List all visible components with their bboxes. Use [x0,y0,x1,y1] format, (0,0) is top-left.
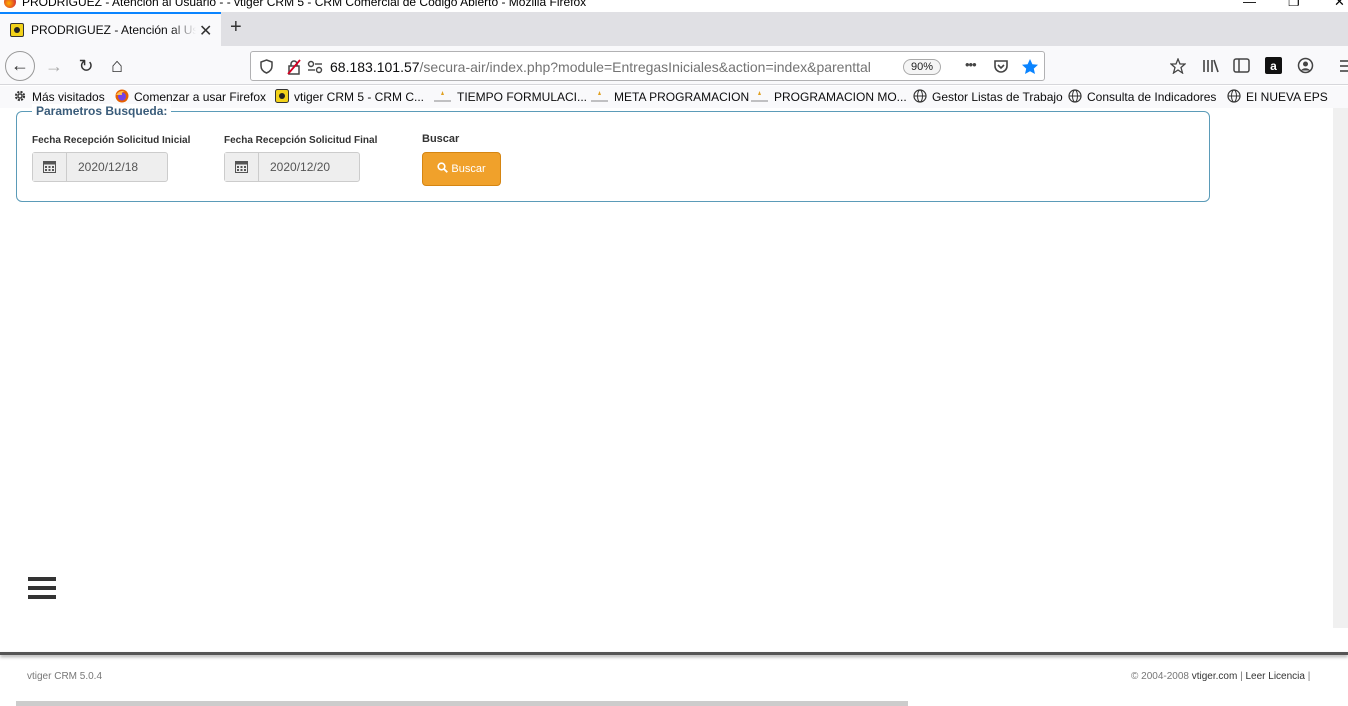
pocket-icon[interactable] [993,59,1009,74]
tab-active[interactable]: PRODRIGUEZ - Atención al Usuario ✕ [0,12,221,46]
bookmarks-toolbar: Más visitados Comenzar a usar Firefox vt… [0,86,1348,108]
bookmark-meta-programacion[interactable]: META PROGRAMACION [590,89,749,104]
end-date-label: Fecha Recepción Solicitud Final [224,135,378,146]
back-button[interactable]: ← [5,51,35,81]
page-actions-more-icon[interactable]: ••• [965,57,977,72]
tab-close-button[interactable]: ✕ [199,21,212,41]
firefox-logo-icon [4,0,16,8]
bookmark-consulta-indicadores[interactable]: Consulta de Indicadores [1068,89,1216,104]
footer-version: vtiger CRM 5.0.4 [27,671,103,682]
vtiger-icon [275,89,289,103]
globe-icon [1068,89,1082,103]
globe-icon [913,89,927,103]
bookmark-mas-visitados[interactable]: Más visitados [13,89,105,104]
end-date-value: 2020/12/20 [270,160,331,174]
doc-icon [434,91,451,102]
new-tab-button[interactable]: + [230,16,242,39]
amazon-icon[interactable]: a [1265,57,1282,74]
zoom-indicator[interactable]: 90% [903,59,941,75]
search-icon [437,162,449,173]
buscar-label: Buscar [422,133,460,145]
firefox-icon [115,89,129,103]
license-link[interactable]: Leer Licencia [1245,671,1304,682]
navigation-bar: ← → ↻ ⌂ 68.183.101.57/secura-air/index.p… [0,46,1348,85]
bookmark-vtiger[interactable]: vtiger CRM 5 - CRM C... [275,89,424,104]
window-close-button[interactable]: ✕ [1334,0,1345,10]
bookmark-tiempo-formulacion[interactable]: TIEMPO FORMULACI... [433,89,587,104]
svg-text:a: a [1270,59,1277,73]
window-title: PRODRIGUEZ - Atención al Usuario - - vti… [22,0,587,9]
insecure-lock-icon[interactable] [286,59,302,75]
app-menu-icon[interactable] [1338,59,1348,73]
doc-icon [591,91,608,102]
search-parameters-fieldset [16,111,1210,202]
url-host: 68.183.101.57 [330,59,420,75]
horizontal-scrollbar[interactable] [16,701,908,706]
footer-copyright: © 2004-2008 vtiger.com | Leer Licencia | [1131,671,1311,682]
globe-icon [1227,89,1241,103]
library-icon[interactable] [1202,58,1219,74]
start-date-value: 2020/12/18 [78,160,139,174]
forward-button[interactable]: → [40,52,68,80]
shield-icon[interactable] [260,59,273,74]
vertical-scrollbar[interactable] [1333,108,1348,628]
bookmark-gestor-listas[interactable]: Gestor Listas de Trabajo [913,89,1063,104]
gear-icon [14,90,26,102]
vtiger-favicon-icon [10,23,24,37]
calendar-icon[interactable] [33,153,67,181]
end-date-field[interactable]: 2020/12/20 [224,152,360,182]
calendar-icon[interactable] [225,153,259,181]
minimize-button[interactable]: — [1243,0,1256,9]
start-date-label: Fecha Recepción Solicitud Inicial [32,135,191,146]
reload-button[interactable]: ↻ [72,52,100,80]
start-date-field[interactable]: 2020/12/18 [32,152,168,182]
bookmark-programacion-mo[interactable]: PROGRAMACION MO... [750,89,907,104]
maximize-button[interactable]: ❐ [1288,0,1300,10]
vtiger-link[interactable]: vtiger.com [1192,671,1238,682]
bookmark-nueva-eps[interactable]: EI NUEVA EPS [1227,89,1328,104]
buscar-button-label: Buscar [451,163,486,175]
window-title-bar: PRODRIGUEZ - Atención al Usuario - - vti… [0,0,1348,12]
buscar-button[interactable]: Buscar [422,152,501,186]
doc-icon [751,91,768,102]
home-button[interactable]: ⌂ [103,52,131,80]
search-parameters-legend: Parametros Busqueda: [32,104,172,118]
permissions-icon[interactable] [307,60,323,74]
tab-label: PRODRIGUEZ - Atención al Usuario [31,23,196,37]
sidebar-icon[interactable] [1233,58,1250,73]
footer-divider [0,652,1348,655]
url-path: /secura-air/index.php?module=EntregasIni… [419,59,871,75]
bookmarks-menu-icon[interactable] [1170,58,1186,74]
bookmark-comenzar-firefox[interactable]: Comenzar a usar Firefox [115,89,266,104]
hamburger-menu-icon[interactable] [28,577,56,601]
url-bar[interactable]: 68.183.101.57/secura-air/index.php?modul… [250,51,1045,81]
url-text[interactable]: 68.183.101.57/secura-air/index.php?modul… [330,59,871,75]
bookmark-star-icon[interactable] [1021,58,1039,75]
account-icon[interactable] [1297,57,1314,74]
